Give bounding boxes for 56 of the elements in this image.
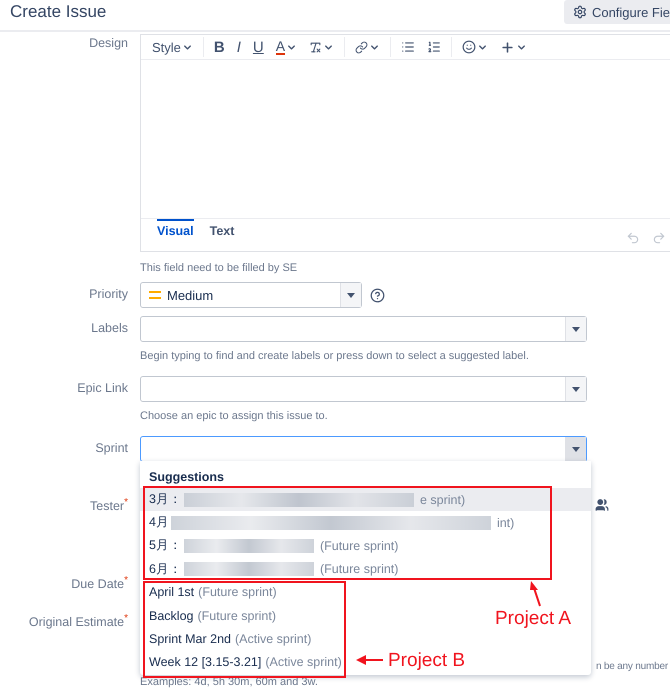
- select-field[interactable]: [140, 316, 587, 342]
- sprint-option[interactable]: 5月： (Future sprint): [140, 534, 404, 558]
- clear-format-icon: [309, 40, 322, 54]
- priority-medium-icon: [149, 291, 161, 299]
- field-label: Priority: [88, 286, 128, 303]
- underline-button[interactable]: U: [248, 37, 269, 57]
- required-mark: *: [124, 613, 128, 624]
- text-color-button[interactable]: A: [270, 37, 302, 57]
- caret-icon: [347, 292, 355, 298]
- select-field[interactable]: [140, 436, 587, 462]
- caret-icon: [572, 446, 580, 452]
- select-value: Medium: [167, 288, 214, 302]
- field-label: Tester$^{*}$: [89, 496, 128, 516]
- settings-icon: [572, 5, 587, 19]
- required-mark: *: [124, 575, 128, 586]
- sprint-option[interactable]: Week 12 [3.15-3.21] (Active sprint): [140, 650, 348, 674]
- bold-button[interactable]: B: [208, 37, 230, 57]
- link-icon: [355, 40, 368, 54]
- field-label: Due Date$^{*}$: [70, 574, 128, 594]
- sprint-option[interactable]: 6月： (Future sprint): [140, 558, 404, 581]
- plus-icon: [500, 40, 516, 54]
- editor-tab[interactable]: Text: [210, 219, 234, 238]
- sprint-option[interactable]: Backlog (Future sprint): [140, 604, 282, 628]
- field-label: Epic Link: [76, 380, 128, 397]
- help-icon[interactable]: [370, 288, 385, 302]
- rich-text-editor[interactable]: Style B I U A Visual Text: [140, 34, 670, 252]
- field-label: Original Estimate$^{*}$: [28, 612, 128, 632]
- sprint-option[interactable]: Sprint Mar 2nd (Active sprint): [140, 627, 318, 650]
- italic-button[interactable]: I: [232, 37, 246, 57]
- sprint-option[interactable]: April 1st (Future sprint): [140, 580, 283, 604]
- annotation-label: Project A: [495, 608, 572, 630]
- select-field[interactable]: Medium: [140, 282, 362, 308]
- field-hint: This field need to be filled by SE: [140, 262, 298, 274]
- sprint-option[interactable]: 4月 int): [140, 511, 520, 534]
- caret-icon: [572, 326, 580, 332]
- field-hint: n be any number: [596, 661, 669, 672]
- dropdown-heading: Suggestions: [148, 469, 226, 486]
- field-label: Sprint: [94, 440, 128, 457]
- field-label: Labels: [90, 320, 128, 337]
- people-icon[interactable]: [595, 498, 609, 512]
- caret-icon: [572, 386, 580, 392]
- field-label: Design: [88, 35, 128, 52]
- emoji-icon: [462, 40, 476, 54]
- bullet-list-icon: [401, 40, 416, 54]
- required-mark: *: [124, 497, 128, 508]
- annotation-arrow: [356, 655, 384, 665]
- field-hint: Choose an epic to assign this issue to.: [140, 410, 329, 422]
- numbered-list-icon: [427, 40, 442, 54]
- sprint-option[interactable]: 3月： e sprint): [140, 488, 591, 512]
- annotation-label: Project B: [388, 650, 466, 672]
- configure-fields-button[interactable]: Configure Fie: [564, 0, 670, 24]
- dialog-title: Create Issue: [9, 1, 106, 22]
- editor-tab[interactable]: Visual: [157, 219, 194, 238]
- field-hint: Begin typing to find and create labels or press down to select a suggested label.: [140, 350, 530, 362]
- style-dropdown[interactable]: Style: [147, 37, 198, 57]
- select-field[interactable]: [140, 376, 587, 402]
